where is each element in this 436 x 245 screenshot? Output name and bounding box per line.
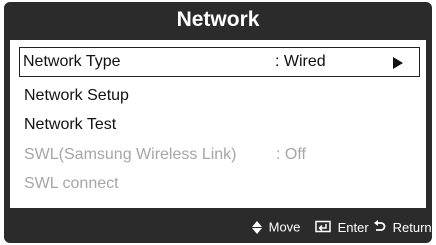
navigation-hints: Move Enter Return xyxy=(4,208,432,243)
menu-item-value: : Wired xyxy=(275,53,326,70)
menu-item-network-type[interactable]: Network Type : Wired xyxy=(19,47,420,77)
enter-hint: Enter xyxy=(315,220,369,236)
arrow-right-icon xyxy=(393,57,403,69)
enter-icon xyxy=(315,220,331,236)
return-label: Return xyxy=(392,220,432,235)
menu-item-swl: SWL(Samsung Wireless Link) : Off xyxy=(20,141,420,169)
network-menu-window: Network Network Type : Wired Network Set… xyxy=(4,2,432,243)
enter-label: Enter xyxy=(337,220,369,235)
menu-item-label: SWL connect xyxy=(24,175,119,192)
move-hint: Move xyxy=(252,219,301,235)
move-label: Move xyxy=(268,219,301,235)
return-icon xyxy=(373,220,386,236)
menu-title: Network xyxy=(176,8,260,31)
menu-item-network-test[interactable]: Network Test xyxy=(20,111,420,139)
menu-list: Network Type : Wired Network Setup Netwo… xyxy=(10,40,426,208)
menu-item-network-setup[interactable]: Network Setup xyxy=(20,82,420,110)
menu-item-swl-connect: SWL connect xyxy=(20,170,420,198)
up-down-arrows-icon xyxy=(252,221,262,235)
menu-item-value: : Off xyxy=(276,146,306,163)
menu-item-label: Network Test xyxy=(24,116,117,133)
return-hint: Return xyxy=(373,220,432,236)
menu-item-label: SWL(Samsung Wireless Link) xyxy=(24,146,237,163)
menu-item-label: Network Setup xyxy=(24,87,129,104)
menu-item-label: Network Type xyxy=(23,53,121,70)
tv-screen: Network Network Type : Wired Network Set… xyxy=(0,0,436,245)
